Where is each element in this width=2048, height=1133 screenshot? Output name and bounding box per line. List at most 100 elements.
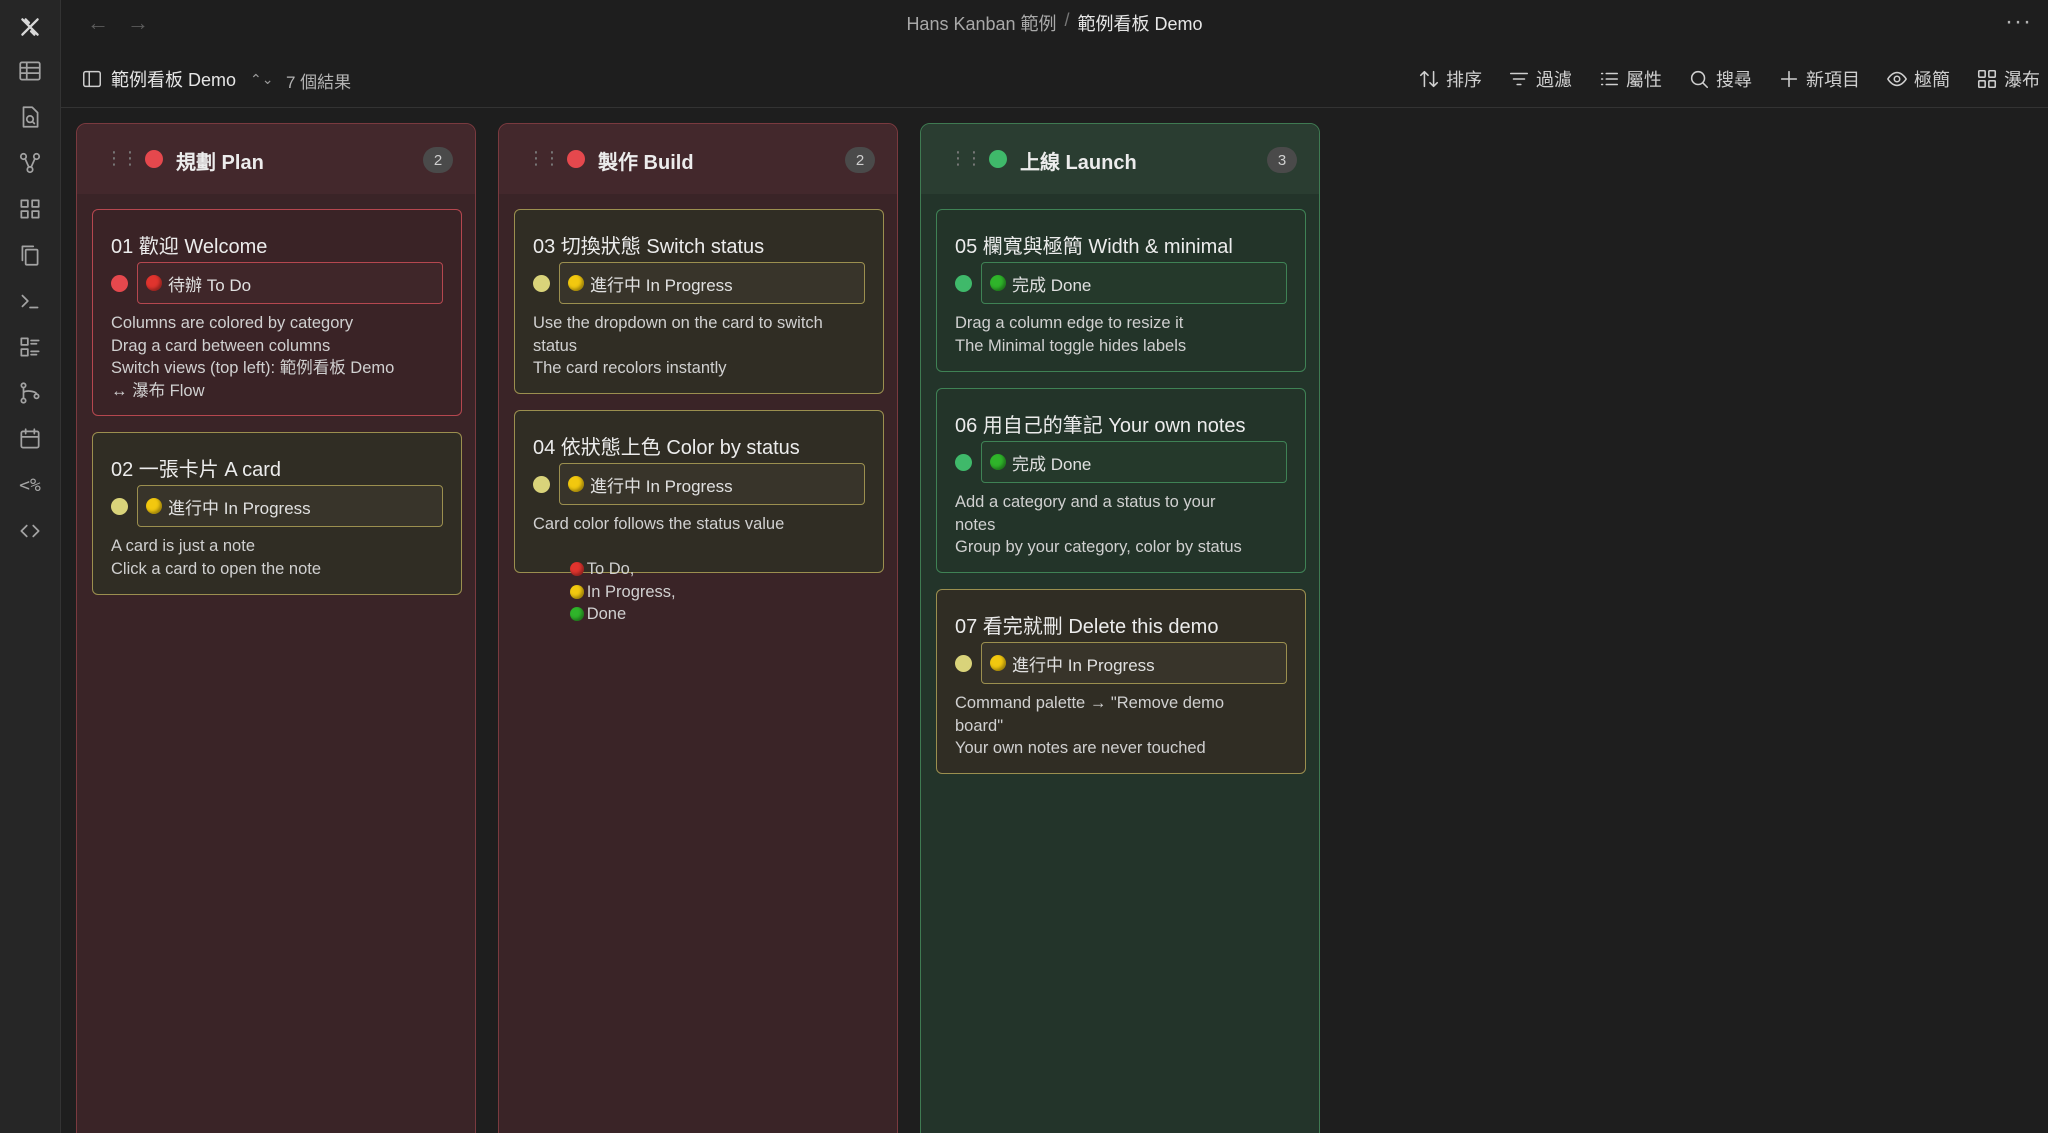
status-dot [955,275,972,292]
card-title[interactable]: 02 一張卡片 A card [111,453,281,482]
card-line: The Minimal toggle hides labels [955,336,1187,355]
column-count-badge: 3 [1267,147,1297,173]
category-dot [989,150,1007,168]
drag-handle-icon[interactable]: ⋮⋮ [527,148,561,169]
calendar-icon[interactable] [15,424,45,454]
breadcrumb-current[interactable]: 範例看板 Demo [1078,10,1203,36]
kanban-card[interactable]: 02 一張卡片 A card 進行中 In Progress A card is… [92,432,462,595]
column-count-badge: 2 [845,147,875,173]
kanban-card[interactable]: 05 欄寬與極簡 Width & minimal 完成 Done Drag a … [936,209,1306,372]
status-dropdown[interactable]: 進行中 In Progress [559,463,865,505]
column-header: ⋮⋮ 規劃 Plan 2 [77,124,475,194]
flow-view-button[interactable]: 瀑布 [1976,66,2040,92]
breadcrumb-vault[interactable]: Hans Kanban 範例 [906,10,1056,36]
title-bar: ← → Hans Kanban 範例 / 範例看板 Demo ··· [61,0,2048,46]
git-branch-icon[interactable] [15,378,45,408]
apps-grid-icon[interactable] [15,194,45,224]
card-line: The card recolors instantly [533,359,727,377]
view-switcher[interactable]: 範例看板 Demo ⌃⌄ [81,66,273,92]
graph-icon[interactable] [15,148,45,178]
plus-icon [1780,70,1798,88]
card-title[interactable]: 05 欄寬與極簡 Width & minimal [955,230,1233,259]
file-search-icon[interactable] [15,102,45,132]
list-view-icon[interactable] [15,332,45,362]
status-dropdown[interactable]: 完成 Done [981,441,1287,483]
card-line: Drag a card between columns [111,336,331,355]
card-line: A card is just a note [111,537,255,555]
back-arrow-icon[interactable]: ← [87,10,109,36]
green-circle-icon [990,275,1006,291]
template-icon[interactable]: <% [15,470,45,500]
status-dot [533,275,550,292]
eye-icon [1887,71,1907,87]
kanban-card[interactable]: 01 歡迎 Welcome 待辦 To Do Columns are color… [92,209,462,416]
drag-handle-icon[interactable]: ⋮⋮ [105,148,139,169]
card-body: Add a category and a status to your note… [955,491,1291,559]
drag-handle-icon[interactable]: ⋮⋮ [949,148,983,169]
kanban-card[interactable]: 07 看完就刪 Delete this demo 進行中 In Progress… [936,589,1306,774]
properties-button[interactable]: 屬性 [1598,66,1662,92]
card-title[interactable]: 06 用自己的筆記 Your own notes [955,409,1246,438]
result-count: 7 個結果 [286,73,352,92]
card-line: Card color follows the status value [533,515,785,533]
card-line: Click a card to open the note [111,559,322,578]
card-line: Command palette → "Remove demo [955,694,1225,712]
minimal-toggle[interactable]: 極簡 [1886,66,1950,92]
filter-button[interactable]: 過濾 [1508,66,1572,92]
status-dropdown[interactable]: 完成 Done [981,262,1287,304]
status-dropdown[interactable]: 進行中 In Progress [981,642,1287,684]
search-button[interactable]: 搜尋 [1688,66,1752,92]
terminal-icon[interactable] [15,286,45,316]
category-dot [145,150,163,168]
column-title: 製作 Build [598,152,694,174]
toolbar-divider [61,107,2048,108]
card-title[interactable]: 03 切換狀態 Switch status [533,230,764,259]
card-line: board" [955,716,1004,735]
breadcrumb: Hans Kanban 範例 / 範例看板 Demo [906,10,1202,36]
card-line: notes [955,515,996,534]
kanban-card[interactable]: 04 依狀態上色 Color by status 進行中 In Progress… [514,410,884,623]
chevron-updown-icon: ⌃⌄ [250,70,274,87]
kanban-card[interactable]: 06 用自己的筆記 Your own notes 完成 Done Add a c… [936,388,1306,573]
card-title[interactable]: 04 依狀態上色 Color by status [533,431,800,460]
column-title: 上線 Launch [1020,152,1137,174]
sort-button[interactable]: 排序 [1418,66,1482,92]
table-icon[interactable] [15,56,45,86]
yellow-circle-icon [146,498,162,514]
status-dropdown[interactable]: 待辦 To Do [137,262,443,304]
card-line: Group by your category, color by status [955,538,1242,556]
sort-label: 排序 [1446,70,1482,90]
kanban-card[interactable]: 03 切換狀態 Switch status 進行中 In Progress Us… [514,209,884,394]
card-line: Your own notes are never touched [955,739,1206,757]
yellow-circle-icon [568,476,584,492]
column-count-badge: 2 [423,147,453,173]
card-line: Drag a column edge to resize it [955,314,1184,332]
column-build: ⋮⋮ 製作 Build 2 03 切換狀態 Switch status 進行中 … [498,123,898,1133]
grid-icon [1977,69,1997,89]
base-toolbar: 範例看板 Demo ⌃⌄ 7 個結果 排序 過濾 屬性 搜尋 新項目 極簡 瀑布 [61,56,2048,100]
yellow-circle-icon [990,655,1006,671]
copy-files-icon[interactable] [15,240,45,270]
status-dropdown[interactable]: 進行中 In Progress [559,262,865,304]
sort-icon [1419,70,1439,88]
status-value: 進行中 In Progress [590,275,733,295]
green-circle-icon [569,607,584,621]
status-value: 進行中 In Progress [168,498,311,518]
yellow-circle-icon [568,275,584,291]
status-dot [533,476,550,493]
card-body: Drag a column edge to resize it The Mini… [955,312,1291,357]
red-circle-icon [146,275,162,291]
status-dot [111,498,128,515]
card-title[interactable]: 07 看完就刪 Delete this demo [955,610,1218,639]
yellow-circle-icon [569,584,584,599]
card-line: Columns are colored by category [111,314,354,332]
more-options-icon[interactable]: ··· [2005,8,2032,36]
new-item-button[interactable]: 新項目 [1778,66,1860,92]
code-icon[interactable] [15,516,45,546]
card-title[interactable]: 01 歡迎 Welcome [111,230,267,259]
forward-arrow-icon[interactable]: → [127,10,149,36]
card-line: Switch views (top left): 範例看板 Demo [111,359,395,377]
status-dropdown[interactable]: 進行中 In Progress [137,485,443,527]
status-value: 進行中 In Progress [590,476,733,496]
app-logo-icon[interactable] [15,12,45,42]
